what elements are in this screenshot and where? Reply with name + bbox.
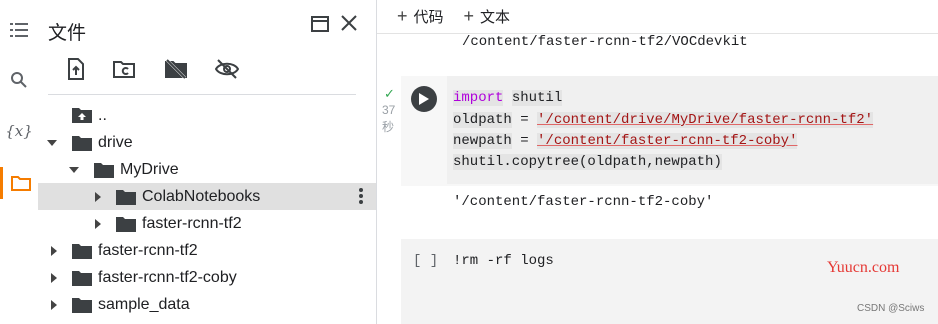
cell-output: '/content/faster-rcnn-tf2-coby' — [401, 186, 938, 226]
folder-icon — [72, 298, 92, 313]
table-of-contents-button[interactable] — [0, 14, 38, 46]
notebook-toolbar: + 代码 + 文本 — [377, 0, 938, 34]
plus-icon: + — [397, 6, 408, 26]
folder-icon — [72, 244, 92, 259]
panel-title: 文件 — [48, 23, 87, 44]
open-in-window-icon[interactable] — [310, 14, 330, 34]
tree-item-label: faster-rcnn-tf2-coby — [98, 268, 237, 286]
execution-time: 37 秒 — [382, 103, 396, 134]
chevron-right-icon[interactable] — [49, 299, 59, 310]
code-line: shutil.copytree(oldpath,newpath) — [453, 154, 722, 170]
tree-item-label: faster-rcnn-tf2 — [98, 241, 198, 259]
files-panel: 文件 .. drive MyDrive ColabNotebooks faste… — [38, 0, 377, 324]
watermark-csdn: CSDN @Sciws — [857, 303, 925, 314]
tree-item-label: faster-rcnn-tf2 — [142, 214, 242, 232]
code-line: newpath = '/content/faster-rcnn-tf2-coby… — [453, 133, 798, 149]
chevron-down-icon[interactable] — [47, 138, 57, 148]
run-cell-button[interactable] — [411, 86, 437, 112]
check-icon: ✓ — [384, 86, 395, 101]
add-text-button[interactable]: + 文本 — [464, 6, 511, 27]
chevron-right-icon[interactable] — [49, 272, 59, 283]
tree-item-faster-rcnn-tf2-sub[interactable]: faster-rcnn-tf2 — [38, 210, 376, 237]
folder-icon — [72, 271, 92, 286]
chevron-down-icon[interactable] — [69, 165, 79, 175]
folder-icon — [94, 163, 114, 178]
chevron-right-icon[interactable] — [93, 218, 103, 229]
hide-files-icon[interactable] — [215, 57, 239, 81]
search-button[interactable] — [0, 64, 38, 96]
plus-icon: + — [463, 6, 475, 26]
left-rail: {x} — [0, 0, 39, 324]
folder-up-icon — [72, 108, 92, 123]
variables-icon: {x} — [5, 122, 33, 140]
play-icon — [419, 93, 429, 105]
refresh-folder-icon[interactable] — [112, 57, 136, 81]
folder-icon — [10, 176, 31, 191]
notebook-area: + 代码 + 文本 /content/faster-rcnn-tf2/VOCde… — [377, 0, 938, 324]
run-cell-button[interactable]: [ ] — [413, 253, 438, 269]
add-text-label: 文本 — [480, 9, 511, 26]
code-line: import shutil — [453, 90, 563, 106]
code-line: !rm -rf logs — [453, 253, 554, 269]
search-icon — [11, 72, 27, 88]
tree-item-faster-rcnn-tf2-coby[interactable]: faster-rcnn-tf2-coby — [38, 264, 376, 291]
upload-file-icon[interactable] — [64, 57, 88, 81]
code-line: oldpath = '/content/drive/MyDrive/faster… — [453, 112, 874, 128]
chevron-right-icon[interactable] — [49, 245, 59, 256]
close-icon[interactable] — [338, 12, 360, 34]
mount-drive-disabled-icon[interactable] — [164, 57, 188, 81]
tree-item-sample-data[interactable]: sample_data — [38, 291, 376, 318]
more-vert-icon[interactable] — [358, 187, 364, 205]
tree-item-faster-rcnn-tf2[interactable]: faster-rcnn-tf2 — [38, 237, 376, 264]
tree-item-label: .. — [98, 106, 107, 124]
previous-cell-output: /content/faster-rcnn-tf2/VOCdevkit — [462, 34, 748, 50]
output-text: '/content/faster-rcnn-tf2-coby' — [453, 194, 714, 210]
tree-item-label: MyDrive — [120, 160, 179, 178]
add-code-button[interactable]: + 代码 — [397, 6, 444, 27]
tree-item-parent[interactable]: .. — [38, 102, 376, 129]
add-code-label: 代码 — [413, 9, 444, 26]
folder-icon — [72, 136, 92, 151]
tree-item-label: ColabNotebooks — [142, 187, 261, 205]
tree-item-label: sample_data — [98, 295, 190, 313]
tree-item-colabnotebooks[interactable]: ColabNotebooks — [38, 183, 376, 210]
watermark-yuucn: Yuucn.com — [827, 259, 900, 276]
folder-icon — [116, 190, 136, 205]
chevron-right-icon[interactable] — [93, 191, 103, 202]
variables-button[interactable]: {x} — [0, 115, 38, 147]
toolbar-divider — [48, 94, 356, 95]
tree-item-mydrive[interactable]: MyDrive — [38, 156, 376, 183]
tree-item-label: drive — [98, 133, 133, 151]
tree-item-drive[interactable]: drive — [38, 129, 376, 156]
files-button[interactable] — [0, 167, 38, 199]
folder-icon — [116, 217, 136, 232]
list-icon — [10, 23, 28, 37]
